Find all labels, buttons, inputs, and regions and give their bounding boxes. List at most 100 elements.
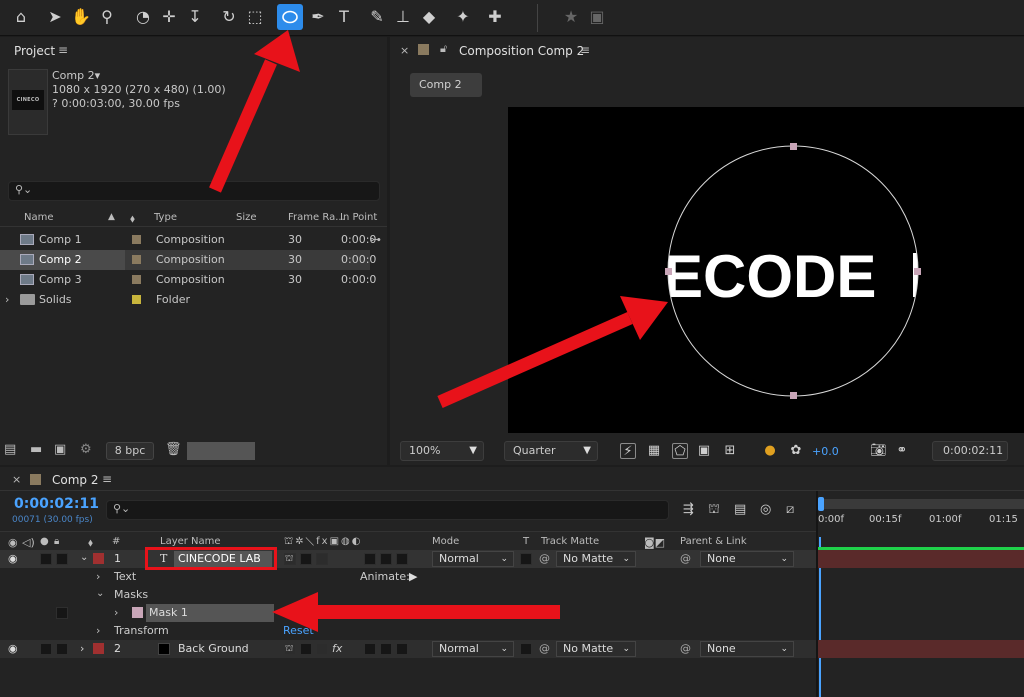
label-column-icon[interactable]: ⬧ xyxy=(130,212,135,226)
expand-chevron-icon[interactable]: › xyxy=(96,624,100,637)
lock-toggle[interactable] xyxy=(56,643,68,655)
fast-previews-icon[interactable]: ⚡ xyxy=(620,443,636,459)
effect-switch[interactable] xyxy=(364,553,376,565)
color-channels-icon[interactable]: ● xyxy=(762,443,778,459)
property-transform-row[interactable]: › Transform Reset xyxy=(0,622,816,640)
reset-link[interactable]: Reset xyxy=(283,624,314,637)
pen-tool-icon[interactable]: ✒ xyxy=(305,4,331,30)
column-mode[interactable]: Mode xyxy=(432,536,459,547)
fx-switch-icon[interactable]: fx xyxy=(332,642,342,655)
frame-blend-switch[interactable] xyxy=(380,643,392,655)
label-column-icon[interactable]: ⬧ xyxy=(88,536,93,550)
close-icon[interactable]: × xyxy=(400,44,409,57)
transparency-grid-icon[interactable]: ▦ xyxy=(646,443,662,459)
parent-dropdown[interactable]: None ⌄ xyxy=(700,551,794,567)
project-item-comp-2[interactable]: Comp 2 Composition 30 0:00:0 xyxy=(0,250,376,270)
composition-viewer[interactable]: ECODE xyxy=(508,107,1024,433)
star-icon[interactable]: ★ xyxy=(558,4,584,30)
column-number[interactable]: # xyxy=(112,536,120,547)
mask-visibility-icon[interactable]: ⬠ xyxy=(672,443,688,459)
pick-whip-icon[interactable]: @ xyxy=(680,552,691,565)
preserve-transparency-toggle[interactable] xyxy=(520,553,532,565)
layer-label-color[interactable] xyxy=(93,553,104,564)
grid-guides-icon[interactable]: ⊞ xyxy=(722,443,738,459)
shy-switch[interactable]: ⛫ xyxy=(284,553,296,565)
flowchart-icon[interactable]: ⊶ xyxy=(370,233,381,246)
project-item-solids[interactable]: › Solids Folder xyxy=(0,290,370,310)
mask-1-row[interactable]: › Mask 1 xyxy=(0,604,816,622)
column-layer-name[interactable]: Layer Name xyxy=(160,536,221,547)
lock-icon[interactable]: 🔓︎ xyxy=(440,42,447,56)
brush-tool-icon[interactable]: ✎ xyxy=(364,4,390,30)
show-snapshot-icon[interactable]: ⚭ xyxy=(894,443,910,459)
panel-menu-icon[interactable]: ≡ xyxy=(580,43,590,57)
parent-dropdown[interactable]: None ⌄ xyxy=(700,641,794,657)
eye-icon[interactable]: ◉ xyxy=(8,642,18,655)
frame-blending-icon[interactable]: ▤ xyxy=(734,502,746,517)
rotation-tool-icon[interactable]: ↻ xyxy=(216,4,242,30)
zoom-tool-icon[interactable]: ⚲ xyxy=(94,4,120,30)
close-icon[interactable]: × xyxy=(12,473,21,486)
track-matte-dropdown[interactable]: No Matte ⌄ xyxy=(556,641,636,657)
expand-chevron-icon[interactable]: › xyxy=(5,293,9,306)
layer-1-track-bar[interactable] xyxy=(818,550,1024,568)
eraser-tool-icon[interactable]: ◆ xyxy=(416,4,442,30)
mask-lock-toggle[interactable] xyxy=(56,607,68,619)
solo-toggle[interactable] xyxy=(40,643,52,655)
column-parent-link[interactable]: Parent & Link xyxy=(680,536,747,547)
panel-menu-icon[interactable]: ≡ xyxy=(58,43,68,57)
expand-chevron-icon[interactable]: › xyxy=(80,642,84,655)
current-time-field[interactable]: 0:00:02:11 xyxy=(932,441,1008,461)
comp-navigator-tab[interactable]: Comp 2 xyxy=(410,73,482,97)
lock-switch-icon[interactable]: 🔒︎ xyxy=(54,536,59,547)
audio-switch-icon[interactable]: ◁) xyxy=(22,536,35,549)
label-swatch[interactable] xyxy=(132,295,141,304)
mask-color-swatch[interactable] xyxy=(132,607,143,618)
reset-exposure-icon[interactable]: ✿ xyxy=(788,443,804,459)
video-switch-icon[interactable]: ◉ xyxy=(8,536,18,549)
animate-menu-label[interactable]: Animate: xyxy=(360,570,410,583)
label-swatch[interactable] xyxy=(132,235,141,244)
column-preserve-transparency[interactable]: T xyxy=(523,536,529,547)
clone-stamp-tool-icon[interactable]: ⊥ xyxy=(390,4,416,30)
type-tool-icon[interactable]: T xyxy=(331,4,357,30)
motion-blur-icon[interactable]: ◎ xyxy=(760,502,771,517)
motion-blur-switch[interactable] xyxy=(396,553,408,565)
matte-switch-icons[interactable]: ◙◩ xyxy=(644,536,665,549)
new-folder-icon[interactable]: ▬ xyxy=(30,442,42,457)
panel-menu-icon[interactable]: ≡ xyxy=(102,472,112,486)
project-search-input[interactable]: ⚲⌄ xyxy=(8,181,380,201)
blend-mode-dropdown[interactable]: Normal ⌄ xyxy=(432,551,514,567)
collapse-chevron-icon[interactable]: ⌄ xyxy=(96,588,104,599)
column-type[interactable]: Type xyxy=(154,212,177,223)
blend-mode-dropdown[interactable]: Normal ⌄ xyxy=(432,641,514,657)
ellipse-tool-icon[interactable] xyxy=(277,4,303,30)
frame-blend-switch[interactable] xyxy=(380,553,392,565)
dolly-camera-icon[interactable]: ↧ xyxy=(182,4,208,30)
column-size[interactable]: Size xyxy=(236,212,257,223)
shy-switch[interactable]: ⛫ xyxy=(284,643,296,655)
hand-tool-icon[interactable]: ✋ xyxy=(68,4,94,30)
selected-item-name[interactable]: Comp 2▾ xyxy=(52,69,100,82)
current-time-display[interactable]: 0:00:02:11 xyxy=(14,496,99,512)
expand-chevron-icon[interactable]: › xyxy=(96,570,100,583)
selection-tool-icon[interactable]: ➤ xyxy=(42,4,68,30)
collapse-switch[interactable] xyxy=(300,553,312,565)
graph-editor-icon[interactable]: ⧄ xyxy=(786,502,794,517)
project-settings-icon[interactable]: ⚙ xyxy=(80,442,92,457)
collapse-switch[interactable] xyxy=(300,643,312,655)
home-icon[interactable]: ⌂ xyxy=(8,4,34,30)
work-area-bar[interactable] xyxy=(818,499,1024,509)
project-panel-title[interactable]: Project xyxy=(14,44,55,58)
pan-camera-icon[interactable]: ✛ xyxy=(156,4,182,30)
puppet-pin-tool-icon[interactable]: ✚ xyxy=(482,4,508,30)
layer-row-2[interactable]: ◉ › 2 Back Ground ⛫ fx Normal ⌄ @ No Matt… xyxy=(0,640,816,658)
project-item-comp-3[interactable]: Comp 3 Composition 30 0:00:0 xyxy=(0,270,376,290)
lock-toggle[interactable] xyxy=(56,553,68,565)
collapse-chevron-icon[interactable]: ⌄ xyxy=(80,552,88,563)
snapping-icon[interactable]: ▣ xyxy=(584,4,610,30)
expand-chevron-icon[interactable]: › xyxy=(114,606,118,619)
track-matte-dropdown[interactable]: No Matte ⌄ xyxy=(556,551,636,567)
property-text-row[interactable]: › Text Animate: ▶ xyxy=(0,568,816,586)
timeline-tab[interactable]: Comp 2 xyxy=(52,473,98,487)
